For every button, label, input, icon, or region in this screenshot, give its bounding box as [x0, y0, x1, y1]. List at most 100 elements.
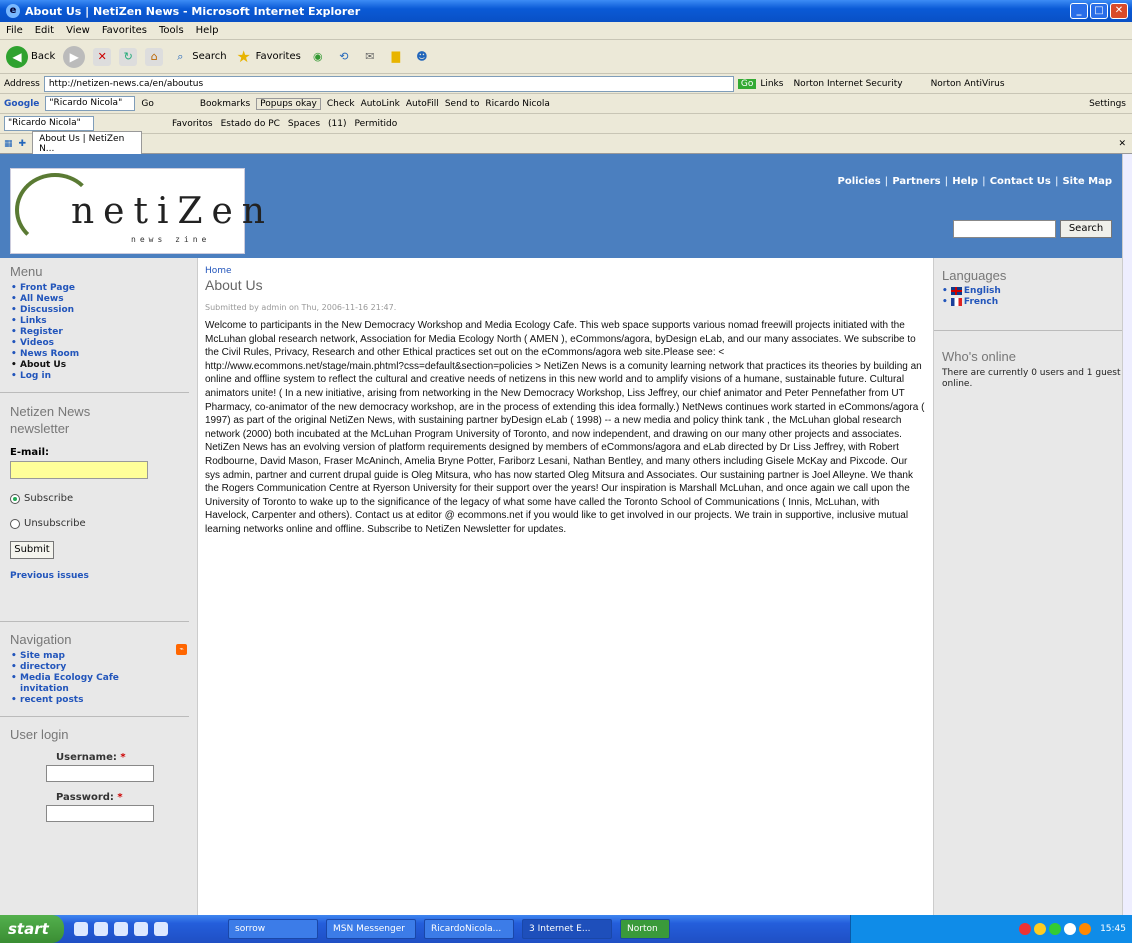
refresh-button[interactable]: ↻: [119, 47, 138, 66]
quicklaunch-icon[interactable]: [134, 922, 148, 936]
password-field[interactable]: [46, 805, 154, 822]
site-logo[interactable]: netiZen news zine: [10, 168, 265, 254]
start-button[interactable]: start: [0, 915, 64, 943]
help-link[interactable]: Help: [952, 176, 978, 187]
estado-pc-button[interactable]: Estado do PC: [221, 119, 280, 129]
tray-icon[interactable]: [1049, 923, 1062, 935]
search-button[interactable]: ⌕ Search: [171, 48, 226, 66]
email-field[interactable]: [10, 461, 148, 479]
google-account[interactable]: Ricardo Nicola: [485, 99, 550, 109]
popups-button[interactable]: Popups okay: [256, 97, 321, 110]
quicklaunch-icon[interactable]: [154, 922, 168, 936]
mail-count[interactable]: (11): [328, 119, 346, 129]
menu-item-about-us[interactable]: About Us: [10, 360, 197, 371]
nav-item-recent-posts[interactable]: recent posts: [10, 695, 197, 706]
media-icon[interactable]: ◉: [309, 48, 327, 66]
task-msn[interactable]: MSN Messenger: [326, 919, 416, 939]
folder-icon[interactable]: ▇: [387, 48, 405, 66]
main-menu: Front Page All News Discussion Links Reg…: [10, 283, 197, 382]
radio-off-icon: [10, 518, 20, 529]
menu-item-register[interactable]: Register: [10, 327, 197, 338]
tab-close-icon[interactable]: ✕: [1118, 139, 1126, 149]
sitemap-link[interactable]: Site Map: [1062, 176, 1112, 187]
home-button[interactable]: ⌂: [145, 47, 164, 66]
menu-file[interactable]: File: [6, 25, 23, 36]
norton-antivirus-button[interactable]: Norton AntiVirus: [931, 79, 1005, 89]
autofill-button[interactable]: AutoFill: [406, 99, 439, 109]
window-titlebar: e About Us | NetiZen News - Microsoft In…: [0, 0, 1132, 22]
go-button[interactable]: Go: [737, 78, 757, 89]
settings-button[interactable]: Settings: [1089, 99, 1126, 109]
task-sorrow[interactable]: sorrow: [228, 919, 318, 939]
site-search-button[interactable]: Search: [1060, 220, 1112, 238]
language-french[interactable]: • French: [942, 297, 1122, 308]
new-tab-icon[interactable]: ✚: [19, 139, 27, 149]
nav-item-media-ecology[interactable]: Media Ecology Cafe invitation: [10, 673, 130, 695]
tray-icon[interactable]: [1019, 923, 1032, 935]
site-search-input[interactable]: [953, 220, 1056, 238]
back-button[interactable]: ◀ Back: [6, 45, 55, 68]
language-english[interactable]: • English: [942, 286, 1122, 297]
google-go-button[interactable]: Go: [141, 99, 153, 109]
task-ricardo[interactable]: RicardoNicola...: [424, 919, 514, 939]
partners-link[interactable]: Partners: [892, 176, 940, 187]
spaces-button[interactable]: Spaces: [288, 119, 320, 129]
unsubscribe-radio[interactable]: Unsubscribe: [10, 518, 197, 529]
menu-favorites[interactable]: Favorites: [102, 25, 147, 36]
vertical-scrollbar[interactable]: [1122, 154, 1132, 915]
subscribe-radio[interactable]: Subscribe: [10, 493, 197, 504]
previous-issues-link[interactable]: Previous issues: [10, 571, 197, 581]
breadcrumb[interactable]: Home: [205, 266, 925, 276]
menu-item-log-in[interactable]: Log in: [10, 371, 197, 382]
menu-edit[interactable]: Edit: [35, 25, 54, 36]
favoritos-button[interactable]: Favoritos: [172, 119, 213, 129]
history-icon[interactable]: ⟲: [335, 48, 353, 66]
menu-view[interactable]: View: [66, 25, 90, 36]
username-field[interactable]: [46, 765, 154, 782]
menu-item-all-news[interactable]: All News: [10, 294, 197, 305]
quick-tabs-icon[interactable]: ▦: [4, 139, 13, 149]
policies-link[interactable]: Policies: [838, 176, 881, 187]
menu-item-discussion[interactable]: Discussion: [10, 305, 197, 316]
tab-about-us[interactable]: About Us | NetiZen N...: [32, 130, 143, 157]
autolink-button[interactable]: AutoLink: [361, 99, 400, 109]
contact-link[interactable]: Contact Us: [990, 176, 1051, 187]
menu-help[interactable]: Help: [196, 25, 219, 36]
nav-item-directory[interactable]: directory: [10, 662, 197, 673]
tray-icon[interactable]: [1034, 923, 1047, 935]
menu-item-front-page[interactable]: Front Page: [10, 283, 197, 294]
quicklaunch-icon[interactable]: [74, 922, 88, 936]
menu-bar: File Edit View Favorites Tools Help: [0, 22, 1132, 40]
menu-item-news-room[interactable]: News Room: [10, 349, 197, 360]
messenger-icon[interactable]: ☻: [413, 48, 431, 66]
minimize-button[interactable]: _: [1070, 3, 1088, 19]
quicklaunch-icon[interactable]: [94, 922, 108, 936]
stop-button[interactable]: ✕: [93, 47, 112, 66]
menu-tools[interactable]: Tools: [159, 25, 184, 36]
close-button[interactable]: ✕: [1110, 3, 1128, 19]
links-button[interactable]: Links: [760, 79, 783, 89]
links-search-input[interactable]: "Ricardo Nicola": [4, 116, 94, 131]
submit-button[interactable]: Submit: [10, 541, 54, 559]
check-button[interactable]: Check: [327, 99, 355, 109]
menu-item-links[interactable]: Links: [10, 316, 197, 327]
submitted-meta: Submitted by admin on Thu, 2006-11-16 21…: [205, 303, 397, 312]
tray-icon[interactable]: [1064, 923, 1077, 935]
task-internet-explorer[interactable]: 3 Internet E...: [522, 919, 612, 939]
google-search-input[interactable]: "Ricardo Nicola": [45, 96, 136, 111]
whos-online-text: There are currently 0 users and 1 guest …: [942, 368, 1121, 389]
address-input[interactable]: http://netizen-news.ca/en/aboutus: [43, 75, 734, 92]
menu-item-videos[interactable]: Videos: [10, 338, 197, 349]
mail-icon[interactable]: ✉: [361, 48, 379, 66]
forward-button[interactable]: ▶: [63, 45, 86, 68]
favorites-button[interactable]: ★ Favorites: [235, 47, 300, 66]
task-norton[interactable]: Norton: [620, 919, 670, 939]
norton-security-button[interactable]: Norton Internet Security: [793, 79, 902, 89]
sendto-button[interactable]: Send to: [445, 99, 480, 109]
tray-icon[interactable]: [1079, 923, 1092, 935]
maximize-button[interactable]: □: [1090, 3, 1108, 19]
permitido-button[interactable]: Permitido: [355, 119, 398, 129]
nav-item-site-map[interactable]: Site map: [10, 651, 197, 662]
quicklaunch-icon[interactable]: [114, 922, 128, 936]
bookmarks-button[interactable]: Bookmarks: [200, 99, 250, 109]
